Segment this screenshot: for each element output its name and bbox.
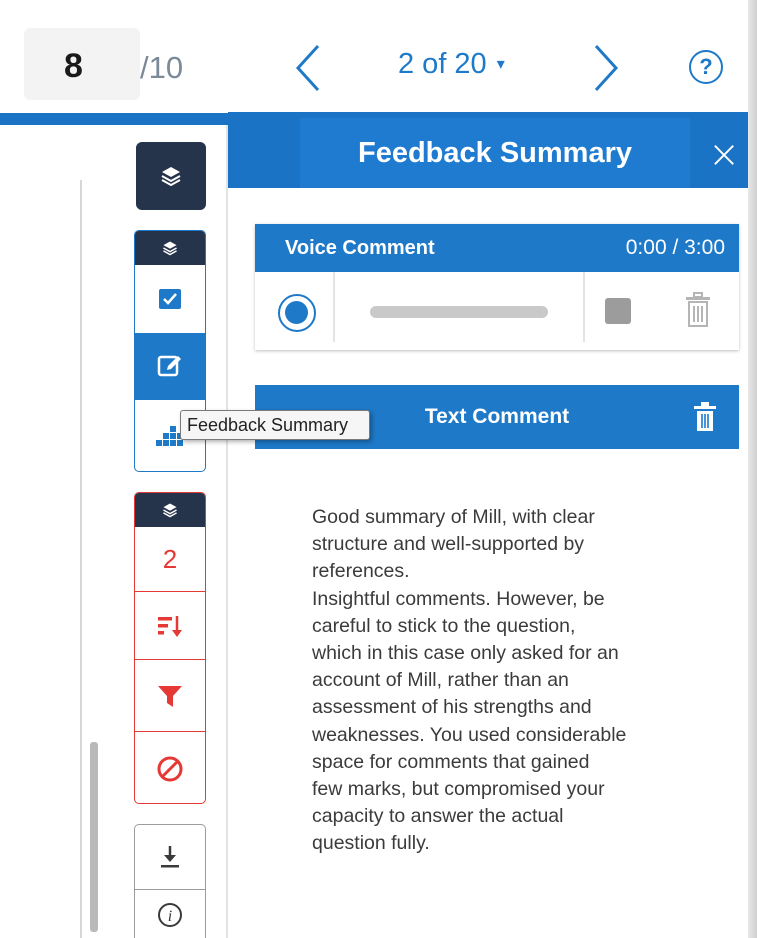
voice-progress-bar[interactable]: [370, 306, 548, 318]
divider: [333, 272, 335, 342]
sort-icon: [158, 616, 182, 637]
text-comment-body[interactable]: Good summary of Mill, with clear structu…: [312, 504, 692, 934]
trash-icon[interactable]: [692, 402, 718, 432]
layers-icon[interactable]: [135, 231, 205, 265]
voice-comment-header: Voice Comment 0:00 / 3:00: [255, 224, 739, 272]
svg-text:i: i: [168, 908, 172, 925]
block-icon: [157, 756, 183, 782]
page-indicator-dropdown[interactable]: 2 of 20 ▾: [398, 44, 528, 84]
download-icon: [161, 846, 179, 868]
filter-icon: [158, 686, 182, 707]
quickmark-button[interactable]: [135, 265, 205, 333]
utility-tool-group: i: [134, 824, 206, 938]
panel-title: Feedback Summary: [300, 118, 690, 188]
voice-comment-time: 0:00 / 3:00: [625, 236, 725, 259]
layers-toggle-button[interactable]: [136, 142, 206, 210]
page-indicator-label: 2 of 20: [398, 48, 487, 80]
text-comment-label: Text Comment: [424, 405, 570, 428]
record-button[interactable]: [278, 294, 316, 332]
layers-icon: [161, 167, 181, 187]
tooltip: Feedback Summary: [180, 410, 370, 440]
scrollbar[interactable]: [90, 742, 98, 932]
grade-max: /10: [140, 50, 184, 85]
close-icon[interactable]: ×: [700, 130, 748, 178]
edit-icon: [157, 355, 181, 377]
sort-button[interactable]: [135, 591, 205, 660]
divider: [583, 272, 585, 342]
filter-button[interactable]: [135, 659, 205, 732]
document-edge: [80, 180, 82, 938]
layers-icon[interactable]: [135, 493, 205, 527]
chevron-left-icon[interactable]: [288, 38, 328, 98]
similarity-count[interactable]: 2: [135, 527, 205, 591]
help-icon[interactable]: ?: [689, 50, 723, 84]
exclude-button[interactable]: [135, 731, 205, 803]
voice-comment-label: Voice Comment: [285, 236, 435, 259]
window-edge: [748, 0, 757, 938]
checkbox-icon: [159, 289, 181, 309]
chevron-right-icon[interactable]: [586, 38, 626, 98]
grade-score[interactable]: 8: [64, 44, 124, 88]
similarity-tool-group: 2: [134, 492, 206, 804]
info-button[interactable]: i: [135, 889, 205, 938]
info-icon: i: [158, 903, 182, 927]
feedback-summary-button[interactable]: [135, 333, 205, 399]
caret-down-icon: ▾: [496, 56, 505, 74]
stop-icon[interactable]: [605, 298, 631, 324]
trash-icon[interactable]: [683, 292, 713, 328]
download-button[interactable]: [135, 825, 205, 889]
